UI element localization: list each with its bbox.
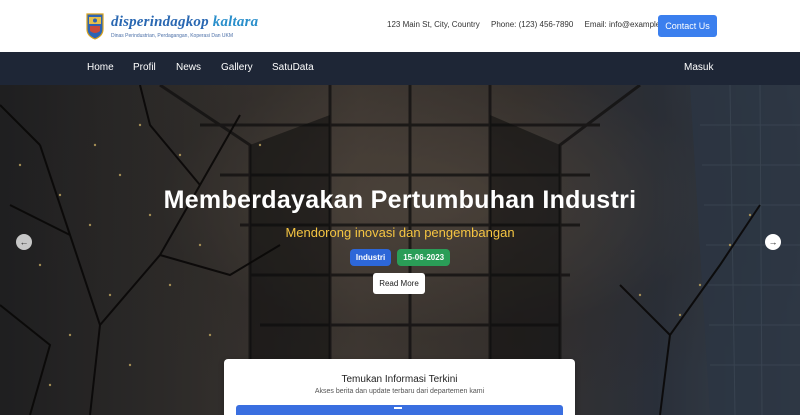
hero-badges: Industri 15-06-2023 (0, 249, 800, 266)
carousel-prev-button[interactable]: ← (16, 234, 32, 250)
info-card-description: Akses berita dan update terbaru dari dep… (314, 388, 485, 395)
nav-item-satudata[interactable]: SatuData (272, 62, 314, 73)
brand-name[interactable]: disperindagkop kaltara (111, 14, 258, 31)
arrow-left-icon: ← (19, 237, 29, 247)
brand-tagline: Dinas Perindustrian, Perdagangan, Kopera… (111, 33, 234, 39)
logo-emblem-icon[interactable] (85, 12, 105, 40)
arrow-right-icon: → (768, 237, 778, 247)
main-nav: Home Profil News Gallery SatuData Masuk (0, 52, 800, 85)
nav-item-profil[interactable]: Profil (133, 62, 156, 73)
contact-info: 123 Main St, City, Country Phone: (123) … (387, 20, 687, 29)
brand-name-main: disperindagkop (111, 14, 209, 30)
nav-item-news[interactable]: News (176, 62, 201, 73)
contact-us-button[interactable]: Contact Us (658, 15, 717, 37)
contact-address: 123 Main St, City, Country (387, 20, 480, 29)
hero-subtitle: Mendorong inovasi dan pengembangan (285, 225, 515, 240)
hero-title: Memberdayakan Pertumbuhan Industri (163, 186, 637, 214)
category-badge[interactable]: Industri (349, 249, 392, 266)
read-more-button[interactable]: Read More (373, 273, 425, 294)
nav-item-gallery[interactable]: Gallery (221, 62, 253, 73)
info-card-title: Temukan Informasi Terkini (341, 374, 458, 385)
minus-icon (394, 407, 402, 409)
brand-name-accent: kaltara (212, 14, 259, 30)
date-badge: 15-06-2023 (397, 249, 451, 266)
info-card-action-bar[interactable] (236, 405, 563, 415)
nav-item-home[interactable]: Home (87, 62, 114, 73)
info-card: Temukan Informasi Terkini Akses berita d… (224, 359, 575, 415)
nav-login-link[interactable]: Masuk (684, 62, 713, 73)
contact-phone: Phone: (123) 456-7890 (491, 20, 574, 29)
carousel-next-button[interactable]: → (765, 234, 781, 250)
top-header: disperindagkop kaltara Dinas Perindustri… (0, 0, 800, 52)
